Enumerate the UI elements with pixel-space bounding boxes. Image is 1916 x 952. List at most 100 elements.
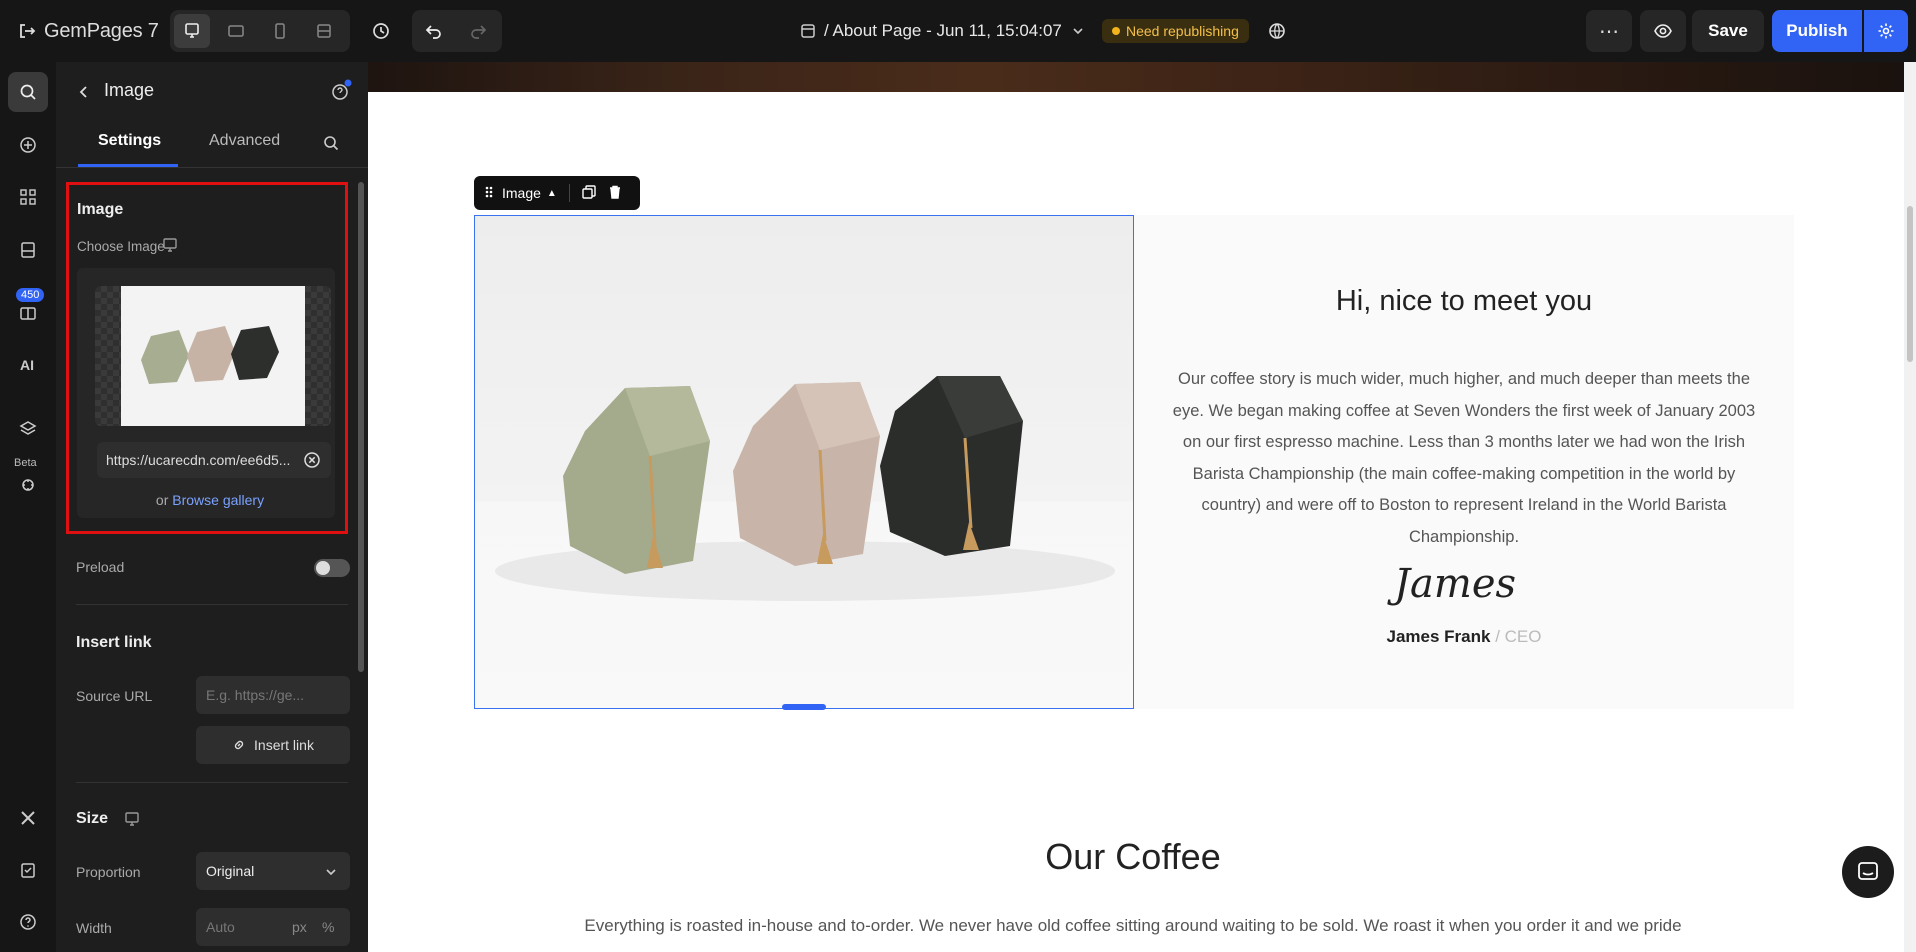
exit-icon[interactable] [14, 18, 40, 44]
x-icon[interactable] [8, 798, 48, 838]
source-url-label: Source URL [76, 688, 153, 704]
pages-icon[interactable] [8, 230, 48, 270]
width-placeholder: Auto [206, 919, 235, 935]
choose-image-label: Choose Image [77, 239, 165, 254]
language-icon[interactable] [1262, 16, 1292, 46]
page-selector[interactable]: / About Page - Jun 11, 15:04:07 [800, 16, 1086, 46]
element-type-label[interactable]: Image [502, 185, 541, 201]
left-rail: 450 AI Beta [0, 62, 56, 952]
undo-icon[interactable] [416, 14, 452, 48]
add-element-icon[interactable] [8, 125, 48, 165]
eye-icon [1654, 24, 1672, 38]
element-toolbar: Image ▲ [474, 176, 640, 210]
tab-advanced[interactable]: Advanced [209, 132, 280, 150]
trash-icon[interactable] [608, 185, 622, 202]
width-label: Width [76, 920, 112, 936]
apps-icon[interactable] [8, 177, 48, 217]
active-tab-indicator [78, 164, 178, 167]
chat-button[interactable] [1842, 846, 1894, 898]
insert-link-title: Insert link [76, 634, 152, 651]
image-thumbnail[interactable] [95, 286, 331, 426]
image-picker: https://ucarecdn.com/ee6d5... or Browse … [77, 268, 335, 518]
desktop-icon[interactable] [174, 14, 210, 48]
editor-canvas: Image ▲ Hi, nice to meet you Our coffee … [368, 62, 1916, 952]
browse-gallery-link[interactable]: Browse gallery [172, 492, 264, 508]
help-circle-icon[interactable] [8, 902, 48, 942]
publish-settings-button[interactable] [1864, 10, 1908, 52]
canvas-scrollbar[interactable] [1904, 62, 1916, 952]
size-title: Size [76, 810, 109, 827]
signature-text: James [1387, 561, 1516, 607]
panel-scrollbar[interactable] [358, 182, 364, 672]
caret-up-icon[interactable]: ▲ [547, 188, 557, 199]
panel-tabs: Settings Advanced [56, 120, 368, 168]
author-role: CEO [1504, 627, 1542, 646]
image-url-value: https://ucarecdn.com/ee6d5... [106, 452, 291, 468]
beta-feature-icon[interactable] [8, 465, 48, 505]
preload-label: Preload [76, 559, 125, 575]
svg-text:AI: AI [20, 357, 34, 373]
more-options-button[interactable]: ⋯ [1586, 10, 1632, 52]
divider [76, 782, 348, 783]
chevron-down-icon [326, 869, 336, 876]
proportion-value: Original [206, 863, 255, 879]
panel-title: Image [104, 80, 155, 100]
proportion-label: Proportion [76, 864, 141, 880]
redo-icon[interactable] [460, 14, 496, 48]
page-title: / About Page - Jun 11, 15:04:07 [824, 21, 1062, 40]
custom-size-icon[interactable] [306, 14, 342, 48]
status-text: Need republishing [1126, 23, 1239, 39]
help-icon[interactable] [328, 78, 354, 104]
tab-settings[interactable]: Settings [98, 132, 161, 150]
preload-toggle[interactable] [314, 559, 350, 577]
unit-percent[interactable]: % [322, 919, 334, 935]
image-section-title: Image [77, 201, 124, 218]
intro-paragraph[interactable]: Our coffee story is much wider, much hig… [1162, 364, 1766, 553]
history-icon[interactable] [366, 16, 396, 46]
top-bar: GemPages 7 / About Page - Jun 11, 15:04:… [0, 0, 1916, 62]
insert-link-button[interactable]: Insert link [196, 726, 350, 764]
hero-image-edge [368, 62, 1904, 92]
desktop-icon[interactable] [124, 811, 140, 832]
width-input[interactable]: Auto px % [196, 908, 350, 946]
insert-link-label: Insert link [254, 737, 314, 753]
brand-logo[interactable]: GemPages 7 [44, 16, 159, 46]
search-icon[interactable] [8, 72, 48, 112]
status-dot [1112, 27, 1120, 35]
clipboard-icon[interactable] [8, 850, 48, 890]
duplicate-icon[interactable] [582, 184, 596, 202]
source-url-input[interactable]: E.g. https://ge... [196, 676, 350, 714]
intro-text-block[interactable]: Hi, nice to meet you Our coffee story is… [1134, 215, 1794, 709]
back-icon[interactable] [72, 80, 96, 104]
search-icon[interactable] [322, 134, 344, 156]
resize-handle[interactable] [782, 704, 826, 710]
image-element[interactable] [474, 215, 1134, 709]
library-icon[interactable] [8, 293, 48, 333]
panel-header: Image [56, 62, 368, 120]
more-icon: ⋯ [1599, 20, 1619, 43]
toolbar-divider [568, 184, 570, 202]
preview-button[interactable] [1640, 10, 1686, 52]
section-heading[interactable]: Our Coffee [368, 836, 1898, 878]
proportion-select[interactable]: Original [196, 852, 350, 890]
image-url-input[interactable]: https://ucarecdn.com/ee6d5... [97, 442, 331, 478]
intro-heading[interactable]: Hi, nice to meet you [1134, 285, 1794, 318]
desktop-icon[interactable] [162, 237, 178, 258]
device-switcher [170, 10, 350, 52]
layers-icon[interactable] [8, 409, 48, 449]
mobile-icon[interactable] [262, 14, 298, 48]
chat-icon [1858, 862, 1878, 880]
drag-handle-icon[interactable] [484, 185, 494, 202]
clear-icon[interactable] [303, 451, 321, 469]
unit-px[interactable]: px [292, 919, 307, 935]
author-line: James Frank / CEO [1134, 627, 1794, 647]
section-paragraph[interactable]: Everything is roasted in-house and to-or… [568, 916, 1698, 936]
author-separator: / [1490, 627, 1505, 646]
chevron-down-icon [1073, 28, 1083, 35]
laptop-icon[interactable] [218, 14, 254, 48]
publish-button[interactable]: Publish [1772, 10, 1862, 52]
browse-gallery-row: or Browse gallery [69, 492, 351, 508]
gear-icon [1878, 23, 1894, 39]
ai-icon[interactable]: AI [8, 345, 48, 385]
save-button[interactable]: Save [1692, 10, 1764, 52]
